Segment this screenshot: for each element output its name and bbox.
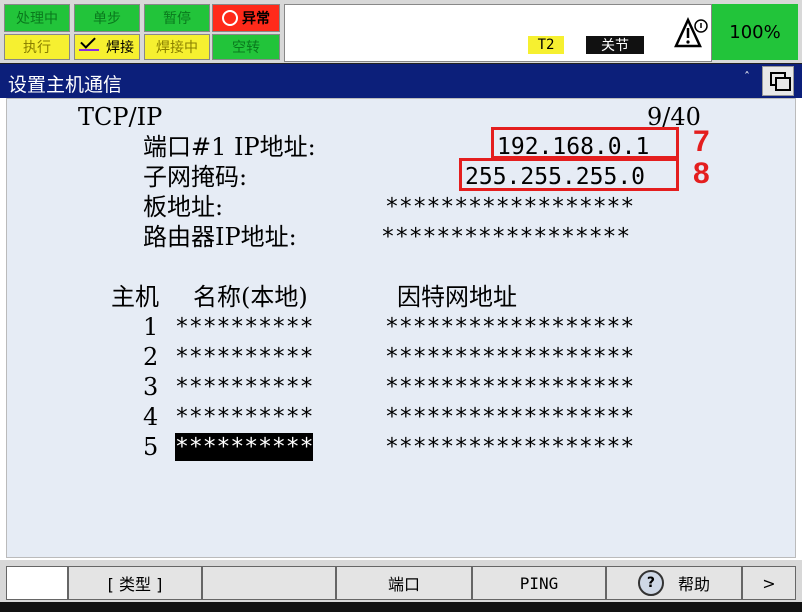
status-step-label: 单步 <box>93 11 121 27</box>
status-processing-label: 处理中 <box>16 11 58 27</box>
status-dry-run: 空转 <box>212 34 280 60</box>
host-index: 5 <box>143 433 159 461</box>
window-title-bar: 设置主机通信 ˆ <box>0 64 802 98</box>
port-ip-label: 端口#1 IP地址: <box>143 133 316 161</box>
subnet-highlight-box <box>459 158 679 191</box>
status-processing: 处理中 <box>4 4 70 32</box>
host-name-field[interactable]: ********** <box>175 373 313 401</box>
type-button[interactable]: [ 类型 ] <box>68 566 202 600</box>
host-name-field-selected[interactable]: ********** <box>175 433 314 461</box>
joint-badge: 关节 <box>586 36 644 54</box>
window-title: 设置主机通信 <box>8 74 123 96</box>
status-welding: 焊接 <box>74 33 140 60</box>
port-button[interactable]: 端口 <box>336 566 472 600</box>
host-index: 3 <box>143 373 159 401</box>
weld-line-icon <box>79 49 99 51</box>
host-name-field[interactable]: ********** <box>175 313 313 341</box>
host-address-field[interactable]: ****************** <box>385 373 634 401</box>
info-panel <box>284 4 712 62</box>
router-ip-field[interactable]: ****************** <box>381 223 630 251</box>
status-execute-label: 执行 <box>23 40 51 56</box>
help-button-label: 帮助 <box>677 575 710 594</box>
host-header: 主机 <box>111 283 159 311</box>
next-arrow-icon[interactable]: > <box>742 566 796 600</box>
tcpip-label: TCP/IP <box>78 103 163 131</box>
ip-highlight-box <box>491 127 679 159</box>
host-address-field[interactable]: ****************** <box>385 403 634 431</box>
router-ip-label: 路由器IP地址: <box>143 223 297 251</box>
softkey-empty[interactable] <box>202 566 336 600</box>
host-name-field[interactable]: ********** <box>175 403 313 431</box>
main-content: TCP/IP 9/40 端口#1 IP地址: 192.168.0.1 7 子网掩… <box>6 98 796 558</box>
help-button[interactable]: ? 帮助 <box>606 566 742 600</box>
speed-override[interactable]: 100% <box>712 4 798 60</box>
ping-button[interactable]: PING <box>472 566 606 600</box>
status-pause: 暂停 <box>144 4 210 32</box>
caret-up-icon[interactable]: ˆ <box>744 70 750 84</box>
ip-annotation-marker: 7 <box>693 125 710 158</box>
alarm-circle-icon <box>222 10 238 26</box>
status-welding-active-label: 焊接中 <box>156 40 198 56</box>
host-address-field[interactable]: ****************** <box>385 313 634 341</box>
host-address-field[interactable]: ****************** <box>385 343 634 371</box>
host-name-field[interactable]: ********** <box>175 343 313 371</box>
board-address-label: 板地址: <box>143 193 224 221</box>
status-alarm-label: 异常 <box>242 11 270 27</box>
coordinate-badge: T2 <box>528 36 564 54</box>
window-restore-icon[interactable] <box>762 66 794 96</box>
name-header: 名称(本地) <box>193 283 308 311</box>
status-dry-run-label: 空转 <box>232 40 260 56</box>
status-step: 单步 <box>74 4 140 32</box>
subnet-annotation-marker: 8 <box>693 157 710 190</box>
status-welding-active: 焊接中 <box>144 34 210 60</box>
help-icon: ? <box>637 570 664 596</box>
status-bar: 处理中 单步 暂停 异常 执行 焊接 焊接中 空转 T2 关节 100% <box>0 0 802 65</box>
bottom-strip <box>0 602 802 612</box>
host-index: 2 <box>143 343 159 371</box>
host-index: 1 <box>143 313 159 341</box>
status-welding-label: 焊接 <box>106 40 134 56</box>
board-address-field[interactable]: ****************** <box>385 193 634 221</box>
status-pause-label: 暂停 <box>163 11 191 27</box>
subnet-label: 子网掩码: <box>143 163 248 191</box>
host-address-field[interactable]: ****************** <box>385 433 634 461</box>
weld-check-icon <box>80 33 96 49</box>
host-index: 4 <box>143 403 159 431</box>
status-execute: 执行 <box>4 34 70 60</box>
warning-triangle-icon <box>674 17 708 48</box>
address-header: 因特网地址 <box>397 283 517 311</box>
status-alarm: 异常 <box>212 4 280 32</box>
softkey-blank <box>6 566 68 600</box>
